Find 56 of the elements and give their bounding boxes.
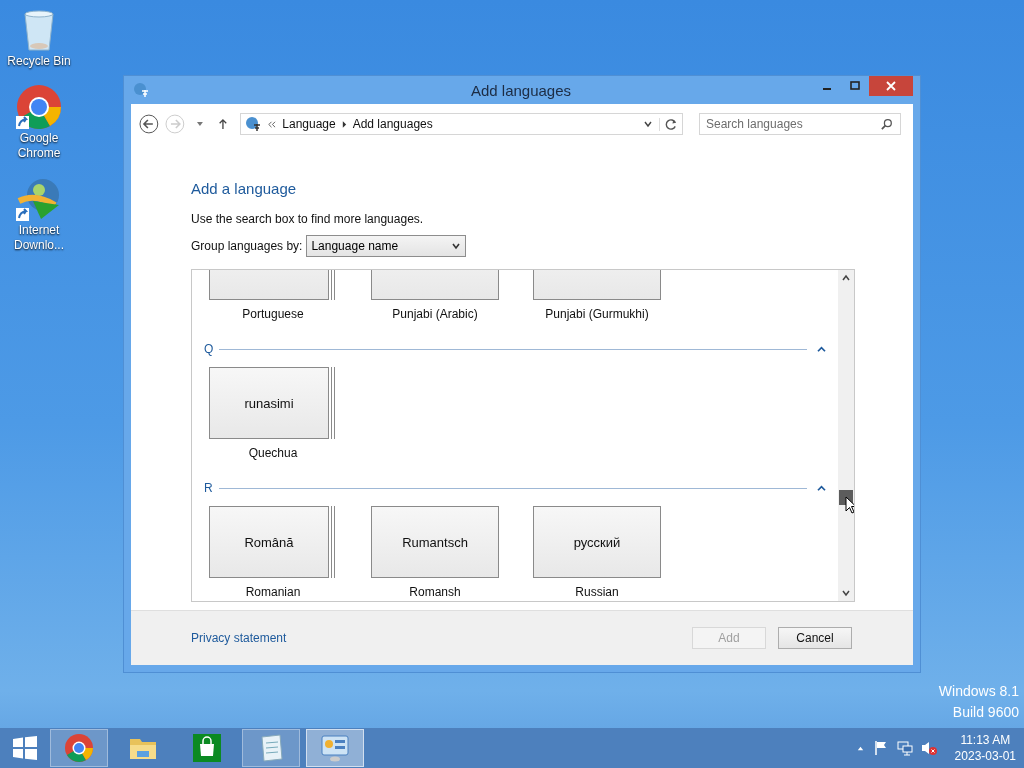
language-tile[interactable]: русский [533, 506, 661, 578]
group-by-dropdown[interactable]: Language name [306, 235, 467, 257]
language-name: Romansh [409, 585, 461, 600]
close-icon [886, 81, 896, 91]
chrome-icon[interactable] [15, 83, 63, 131]
language-icon [133, 82, 149, 98]
control-panel-icon [320, 733, 350, 763]
clock-time: 11:13 AM [960, 732, 1011, 748]
start-icon[interactable] [12, 735, 38, 761]
network-icon[interactable] [896, 740, 913, 756]
language-tile[interactable]: Rumantsch [371, 506, 499, 578]
dropdown-caret-icon [451, 241, 462, 251]
language-name: Russian [575, 585, 619, 600]
maximize-icon [850, 81, 860, 91]
taskbar-button[interactable] [50, 729, 108, 767]
language-name: Romanian [245, 585, 301, 600]
language-name: Quechua [248, 446, 298, 461]
minimize-icon [823, 88, 831, 90]
shopping-bag-icon [192, 733, 222, 763]
speaker-muted-icon[interactable] [920, 740, 937, 756]
close-button[interactable] [869, 76, 913, 96]
mouse-cursor-icon [845, 496, 854, 514]
group-by-label: Group languages by: [191, 239, 303, 253]
taskbar-button[interactable] [306, 729, 364, 767]
search-icon[interactable] [881, 118, 893, 130]
instruction-text: Use the search box to find more languages. [191, 212, 425, 226]
page-heading: Add a language [191, 180, 298, 197]
breadcrumb-item[interactable]: Add languages [352, 117, 433, 131]
chrome-icon [64, 733, 94, 763]
language-icon [245, 116, 262, 132]
language-name: Punjabi (Arabic) [392, 307, 478, 322]
taskbar-button[interactable] [242, 729, 300, 767]
window-title: Add languages [469, 81, 573, 99]
search-field[interactable]: Search languages [699, 113, 901, 135]
flag-icon[interactable] [872, 740, 889, 756]
os-version-text: Build 9600 [952, 705, 1019, 720]
breadcrumb-item[interactable]: Language [282, 117, 336, 131]
privacy-link[interactable]: Privacy statement [191, 631, 287, 645]
collapse-chevron-icon[interactable] [817, 484, 826, 492]
collapse-chevron-icon[interactable] [817, 345, 826, 353]
os-version-text: Windows 8.1 [938, 684, 1019, 699]
separator-icon[interactable] [341, 120, 347, 128]
dropdown-caret-icon[interactable] [643, 119, 653, 129]
clock-date: 2023-03-01 [954, 748, 1016, 764]
section-letter: R [204, 481, 213, 495]
language-name: Portuguese [242, 307, 304, 322]
up-arrow-icon[interactable] [218, 118, 229, 130]
refresh-icon[interactable] [659, 117, 678, 131]
address-bar[interactable]: Language Add languages [240, 113, 683, 135]
clock[interactable]: 11:13 AM 2023-03-01 [954, 732, 1016, 764]
back-icon[interactable] [139, 114, 159, 134]
chevrons-icon[interactable] [267, 119, 277, 129]
scrollbar[interactable] [838, 270, 854, 601]
section-letter: Q [204, 342, 214, 356]
dialog-button[interactable]: Cancel [778, 627, 852, 649]
language-name: Punjabi (Gurmukhi) [545, 307, 649, 322]
